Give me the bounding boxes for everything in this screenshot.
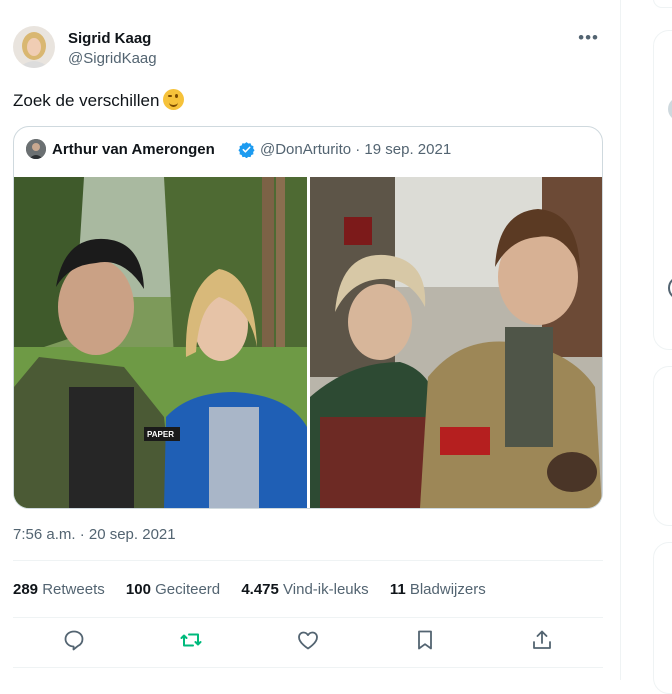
tweet-text-content: Zoek de verschillen bbox=[13, 91, 160, 110]
stat-label: Bladwijzers bbox=[409, 581, 486, 598]
stat-label: Vind-ik-leuks bbox=[283, 581, 369, 598]
tweet-actions bbox=[13, 628, 603, 656]
quoted-author-avatar bbox=[26, 139, 46, 159]
sidebar-card bbox=[653, 366, 672, 526]
sidebar-avatar bbox=[668, 276, 672, 300]
stat-likes[interactable]: 4.475 Vind-ik-leuks bbox=[241, 581, 368, 598]
reply-icon[interactable] bbox=[62, 628, 86, 652]
tweet-text: Zoek de verschillen bbox=[13, 89, 185, 111]
divider bbox=[13, 667, 603, 668]
quoted-photo-right[interactable] bbox=[310, 177, 602, 508]
tweet-detail: Sigrid Kaag @SigridKaag ••• Zoek de vers… bbox=[0, 0, 620, 680]
stat-label: Geciteerd bbox=[155, 581, 221, 598]
stat-bookmarks[interactable]: 11 Bladwijzers bbox=[390, 581, 486, 598]
verified-badge-icon bbox=[238, 142, 255, 158]
author-avatar[interactable] bbox=[13, 26, 55, 68]
like-icon[interactable] bbox=[296, 628, 320, 652]
divider bbox=[13, 617, 603, 618]
stat-count: 100 bbox=[125, 581, 151, 598]
divider bbox=[13, 560, 603, 561]
sidebar-card bbox=[653, 30, 672, 350]
bookmark-icon[interactable] bbox=[413, 628, 437, 652]
column-divider bbox=[620, 0, 621, 680]
paper-patch-label: PAPER bbox=[147, 430, 174, 439]
quoted-handle-date: @DonArturito · 19 sep. 2021 bbox=[260, 141, 452, 158]
tweet-header: Sigrid Kaag @SigridKaag ••• bbox=[13, 26, 603, 70]
stat-count: 289 bbox=[13, 581, 39, 598]
stat-retweets[interactable]: 289 Retweets bbox=[13, 581, 105, 598]
quoted-author-name: Arthur van Amerongen bbox=[52, 141, 215, 158]
sidebar-card bbox=[653, 542, 672, 694]
sidebar-card bbox=[653, 0, 672, 8]
quoted-tweet[interactable]: Arthur van Amerongen @DonArturito · 19 s… bbox=[13, 126, 603, 509]
winking-face-icon bbox=[163, 89, 185, 110]
stat-count: 4.475 bbox=[241, 581, 279, 598]
stat-count: 11 bbox=[389, 581, 406, 598]
sidebar-avatar bbox=[668, 97, 672, 121]
retweet-icon[interactable] bbox=[179, 628, 203, 652]
author-handle[interactable]: @SigridKaag bbox=[68, 50, 157, 67]
tweet-timestamp[interactable]: 7:56 a.m. · 20 sep. 2021 bbox=[13, 526, 176, 543]
stat-quotes[interactable]: 100 Geciteerd bbox=[126, 581, 220, 598]
stat-label: Retweets bbox=[42, 581, 105, 598]
author-name[interactable]: Sigrid Kaag bbox=[68, 30, 151, 47]
share-icon[interactable] bbox=[530, 628, 554, 652]
engagement-stats: 289 Retweets 100 Geciteerd 4.475 Vind-ik… bbox=[13, 581, 503, 598]
more-options-icon[interactable]: ••• bbox=[578, 28, 599, 48]
quoted-photo-left[interactable]: PAPER bbox=[14, 177, 307, 508]
